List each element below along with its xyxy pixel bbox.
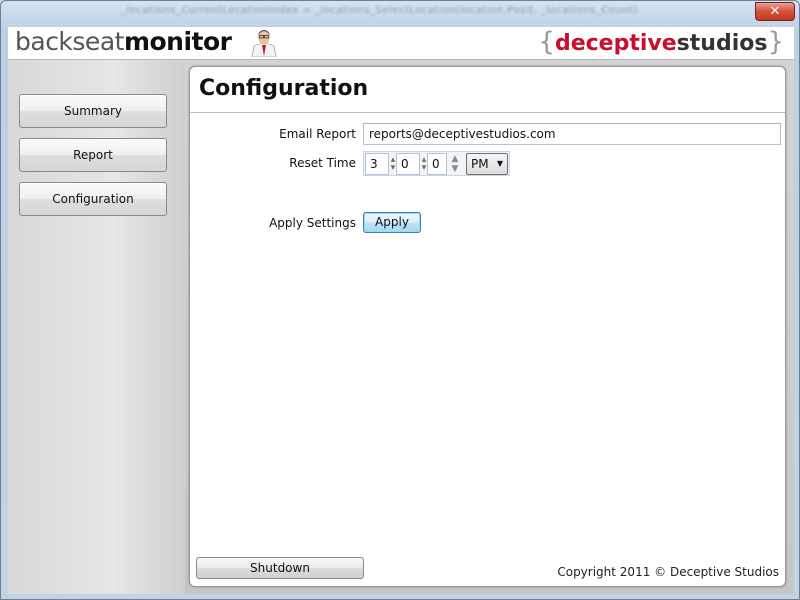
ampm-value: PM xyxy=(471,157,489,171)
mascot-avatar xyxy=(248,27,280,58)
brand-brace-close: } xyxy=(767,27,784,57)
hour-field[interactable]: 3 xyxy=(365,153,389,175)
main-area: Configuration Email Report reports@decep… xyxy=(185,59,794,594)
email-report-label: Email Report xyxy=(279,127,356,141)
close-button[interactable]: ✕ xyxy=(755,2,795,21)
page-title: Configuration xyxy=(199,76,369,101)
time-updown-icon[interactable]: ▲ ▼ xyxy=(449,154,461,176)
logo-bold-text: monitor xyxy=(123,27,232,56)
sidebar-item-configuration[interactable]: Configuration xyxy=(19,182,167,216)
title-bar[interactable]: _locations_CurrentLocationIndex = _locat… xyxy=(1,1,800,27)
configuration-panel: Configuration Email Report reports@decep… xyxy=(189,66,786,587)
email-report-input[interactable]: reports@deceptivestudios.com xyxy=(363,123,781,145)
sidebar-item-report[interactable]: Report xyxy=(19,138,167,172)
apply-settings-label: Apply Settings xyxy=(269,216,356,230)
client-area: backseatmonitor {deceptivestudios} Summa… xyxy=(8,27,794,594)
brand-dark-text: studios xyxy=(676,31,768,56)
shutdown-button[interactable]: Shutdown xyxy=(196,557,364,579)
chevron-down-icon: ▼ xyxy=(496,159,503,168)
logo-light-text: backseat xyxy=(15,27,124,56)
apply-button[interactable]: Apply xyxy=(363,212,421,233)
app-header: backseatmonitor {deceptivestudios} xyxy=(8,27,794,59)
brand-brace-open: { xyxy=(538,27,555,57)
brand-red-text: deceptive xyxy=(554,31,677,56)
reset-time-picker: 3 ▴ ▾ 0 ▴ ▾ 0 ▲ ▼ PM ▼ xyxy=(363,151,510,176)
app-logo: backseatmonitor xyxy=(15,28,232,56)
sidebar-item-summary[interactable]: Summary xyxy=(19,94,167,128)
ampm-select[interactable]: PM ▼ xyxy=(466,153,508,175)
sidebar: Summary Report Configuration xyxy=(8,59,185,594)
brand-logo: {deceptivestudios} xyxy=(538,28,784,58)
second-field[interactable]: 0 xyxy=(427,153,447,175)
copyright-text: Copyright 2011 © Deceptive Studios xyxy=(557,565,779,579)
panel-header: Configuration xyxy=(190,67,785,113)
minute-field[interactable]: 0 xyxy=(396,153,420,175)
app-window: _locations_CurrentLocationIndex = _locat… xyxy=(0,0,800,600)
reset-time-label: Reset Time xyxy=(289,156,356,170)
window-title: _locations_CurrentLocationIndex = _locat… xyxy=(121,5,638,16)
